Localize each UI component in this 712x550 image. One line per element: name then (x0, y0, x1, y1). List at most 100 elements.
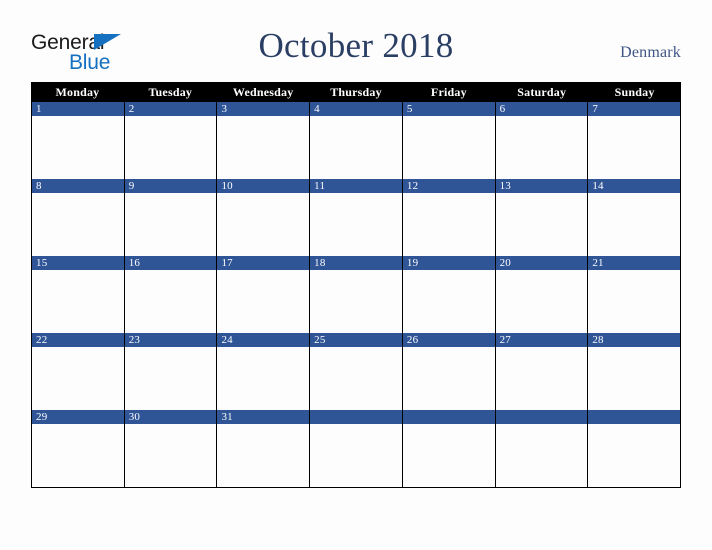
day-cell[interactable]: 31 (217, 410, 311, 487)
day-note-area[interactable] (588, 193, 681, 256)
day-note-area[interactable] (32, 193, 124, 256)
day-note-area[interactable] (32, 270, 124, 333)
day-cell[interactable] (402, 410, 496, 487)
day-note-area[interactable] (495, 270, 588, 333)
day-note-area[interactable] (124, 270, 217, 333)
day-cell[interactable]: 18 (310, 256, 403, 333)
day-note-area[interactable] (217, 116, 310, 179)
day-cell[interactable]: 27 (495, 333, 589, 410)
day-note-area[interactable] (402, 270, 495, 333)
day-number: 29 (36, 411, 48, 423)
day-number: 18 (314, 257, 326, 269)
day-cell[interactable]: 1 (32, 102, 125, 179)
day-number-bar: 20 (495, 256, 588, 270)
day-note-area[interactable] (495, 116, 588, 179)
day-number: 11 (314, 180, 326, 192)
day-number: 21 (592, 257, 604, 269)
day-number-bar (495, 410, 588, 424)
day-note-area[interactable] (310, 270, 402, 333)
day-note-area[interactable] (402, 116, 495, 179)
day-number: 13 (499, 180, 511, 192)
day-cell[interactable]: 10 (217, 179, 311, 256)
day-cell[interactable]: 28 (588, 333, 682, 410)
day-note-area[interactable] (217, 347, 310, 410)
day-note-area[interactable] (588, 424, 681, 487)
day-number-bar: 21 (588, 256, 681, 270)
day-note-area[interactable] (32, 116, 124, 179)
day-cell[interactable]: 17 (217, 256, 311, 333)
day-cell[interactable]: 22 (32, 333, 125, 410)
day-number-bar: 22 (32, 333, 124, 347)
day-cell[interactable]: 3 (217, 102, 311, 179)
day-number-bar: 26 (402, 333, 495, 347)
day-note-area[interactable] (588, 347, 681, 410)
day-cell[interactable]: 8 (32, 179, 125, 256)
day-note-area[interactable] (217, 424, 310, 487)
weekday-header-friday: Friday (430, 85, 467, 99)
week-row: 1 2 3 4 5 6 7 (31, 102, 682, 179)
day-cell[interactable]: 4 (310, 102, 403, 179)
day-number: 31 (221, 411, 233, 423)
day-number-bar: 28 (588, 333, 681, 347)
day-cell[interactable]: 6 (495, 102, 589, 179)
day-number-bar: 27 (495, 333, 588, 347)
day-number-bar: 17 (217, 256, 310, 270)
day-cell[interactable]: 29 (32, 410, 125, 487)
weekday-header-tuesday: Tuesday (148, 85, 193, 99)
day-cell[interactable] (310, 410, 403, 487)
day-note-area[interactable] (124, 347, 217, 410)
day-number-bar (402, 410, 495, 424)
day-cell[interactable]: 5 (402, 102, 496, 179)
day-note-area[interactable] (495, 193, 588, 256)
day-note-area[interactable] (495, 424, 588, 487)
day-cell[interactable]: 7 (588, 102, 682, 179)
day-cell[interactable]: 30 (124, 410, 218, 487)
day-cell[interactable] (588, 410, 682, 487)
day-cell[interactable]: 23 (124, 333, 218, 410)
day-number: 15 (36, 257, 48, 269)
weekday-header-monday: Monday (55, 85, 100, 99)
day-note-area[interactable] (588, 116, 681, 179)
day-note-area[interactable] (495, 347, 588, 410)
day-note-area[interactable] (588, 270, 681, 333)
page-title: October 2018 (258, 26, 454, 65)
day-number: 8 (36, 180, 42, 192)
day-cell[interactable]: 20 (495, 256, 589, 333)
day-note-area[interactable] (124, 193, 217, 256)
day-note-area[interactable] (310, 116, 402, 179)
day-cell[interactable]: 2 (124, 102, 218, 179)
day-cell[interactable]: 13 (495, 179, 589, 256)
day-number: 7 (592, 103, 599, 115)
day-cell[interactable]: 19 (402, 256, 496, 333)
day-number: 26 (406, 334, 419, 346)
day-note-area[interactable] (32, 424, 124, 487)
day-note-area[interactable] (32, 347, 124, 410)
day-note-area[interactable] (124, 424, 217, 487)
day-note-area[interactable] (217, 193, 310, 256)
day-number: 9 (128, 180, 135, 192)
day-cell[interactable]: 11 (310, 179, 403, 256)
day-cell[interactable] (495, 410, 589, 487)
day-cell[interactable]: 16 (124, 256, 218, 333)
day-cell[interactable]: 12 (402, 179, 496, 256)
day-number: 20 (499, 257, 511, 269)
day-cell[interactable]: 14 (588, 179, 682, 256)
day-cell[interactable]: 9 (124, 179, 218, 256)
day-note-area[interactable] (310, 193, 402, 256)
day-note-area[interactable] (402, 193, 495, 256)
day-note-area[interactable] (217, 270, 310, 333)
calendar-grid: Monday Tuesday Wednesday Thursday Friday… (31, 82, 682, 488)
day-cell[interactable]: 25 (310, 333, 403, 410)
day-cell[interactable]: 26 (402, 333, 496, 410)
day-cell[interactable]: 21 (588, 256, 682, 333)
day-cell[interactable]: 15 (32, 256, 125, 333)
day-note-area[interactable] (402, 424, 495, 487)
day-note-area[interactable] (402, 347, 495, 410)
day-note-area[interactable] (310, 424, 402, 487)
day-number: 22 (36, 334, 48, 346)
day-number-bar: 12 (402, 179, 495, 193)
day-note-area[interactable] (310, 347, 402, 410)
day-note-area[interactable] (124, 116, 217, 179)
day-cell[interactable]: 24 (217, 333, 311, 410)
day-number-bar: 19 (402, 256, 495, 270)
